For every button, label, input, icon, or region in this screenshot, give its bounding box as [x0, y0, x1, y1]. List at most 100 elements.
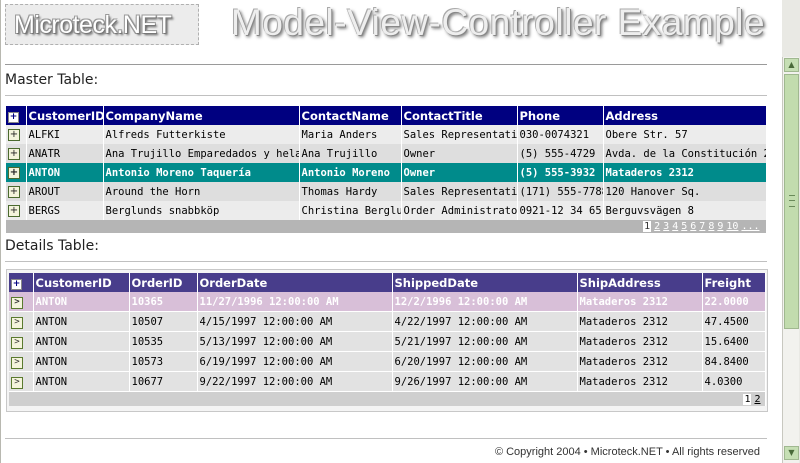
select-arrow-icon[interactable]: > — [11, 376, 23, 389]
details-header-row: + CustomerID OrderID OrderDate ShippedDa… — [9, 273, 766, 292]
page-link[interactable]: 9 — [717, 221, 723, 232]
select-cell[interactable]: > — [9, 331, 34, 352]
table-row[interactable]: + ANATR Ana Trujillo Emparedados y helados… — [6, 144, 767, 163]
expand-plus-icon[interactable]: + — [8, 186, 20, 198]
divider — [5, 261, 767, 262]
select-arrow-icon[interactable]: > — [11, 336, 23, 349]
table-cell: 9/22/1997 12:00:00 AM — [197, 371, 393, 392]
table-cell: 030-0074321 — [517, 125, 604, 144]
table-cell: Mataderos 2312 — [577, 311, 703, 332]
expand-cell[interactable]: + — [6, 201, 27, 220]
select-arrow-icon[interactable]: > — [11, 316, 23, 329]
expand-all-icon[interactable]: + — [8, 112, 19, 123]
table-cell: Obere Str. 57 — [603, 125, 767, 144]
page-link[interactable]: 2 — [654, 221, 660, 232]
page-frame: Microteck.NET Model-View-Controller Exam… — [0, 0, 782, 463]
expand-cell[interactable]: + — [6, 144, 27, 163]
column-header[interactable]: ContactTitle — [401, 106, 518, 125]
select-arrow-icon[interactable]: > — [11, 296, 23, 309]
table-cell: ANTON — [26, 163, 104, 182]
table-cell: Thomas Hardy — [299, 182, 402, 201]
page-link[interactable]: 7 — [699, 221, 705, 232]
expand-all-header[interactable]: + — [9, 273, 34, 292]
table-cell: Owner — [401, 163, 518, 182]
expand-plus-icon[interactable]: + — [8, 205, 20, 217]
page-link[interactable]: 4 — [672, 221, 678, 232]
column-header[interactable]: CompanyName — [103, 106, 300, 125]
table-row[interactable]: > ANTON 10365 11/27/1996 12:00:00 AM 12/2/19… — [9, 292, 766, 312]
details-pager-row: 12 — [9, 391, 766, 406]
page-link[interactable]: ... — [741, 221, 759, 232]
table-cell: 11/27/1996 12:00:00 AM — [197, 292, 393, 312]
select-cell[interactable]: > — [9, 371, 34, 392]
table-row[interactable]: + ANTON Antonio Moreno Taquería Antonio Mor… — [6, 163, 767, 182]
table-row[interactable]: > ANTON 10507 4/15/1997 12:00:00 AM 4/22/199… — [9, 311, 766, 332]
table-cell: Alfreds Futterkiste — [103, 125, 300, 144]
table-cell: ANTON — [33, 331, 130, 352]
table-row[interactable]: > ANTON 10573 6/19/1997 12:00:00 AM 6/20/199… — [9, 351, 766, 372]
column-header[interactable]: CustomerID — [26, 106, 104, 125]
logo-text: Microteck.NET — [14, 11, 172, 39]
page-link[interactable]: 2 — [754, 394, 760, 405]
scroll-up-arrow-icon[interactable]: ▲ — [784, 58, 799, 72]
expand-cell[interactable]: + — [6, 182, 27, 201]
page-link[interactable]: 3 — [663, 221, 669, 232]
select-cell[interactable]: > — [9, 351, 34, 372]
table-cell: Antonio Moreno Taquería — [103, 163, 300, 182]
scroll-thumb[interactable] — [784, 74, 799, 329]
expand-plus-icon[interactable]: + — [8, 129, 20, 141]
table-cell: ANTON — [33, 371, 130, 392]
column-header[interactable]: OrderID — [129, 273, 198, 292]
column-header[interactable]: OrderDate — [197, 273, 393, 292]
table-cell: Sales Representative — [401, 182, 518, 201]
details-pager: 12 — [9, 391, 766, 406]
page-title: Model-View-Controller Example — [231, 2, 766, 43]
table-row[interactable]: > ANTON 10535 5/13/1997 12:00:00 AM 5/21/199… — [9, 331, 766, 352]
table-cell: Order Administrator — [401, 201, 518, 220]
table-cell: 10573 — [129, 351, 198, 372]
page-link[interactable]: 5 — [681, 221, 687, 232]
vertical-scrollbar[interactable]: ▲ ▼ — [782, 57, 799, 463]
table-row[interactable]: > ANTON 10677 9/22/1997 12:00:00 AM 9/26/199… — [9, 371, 766, 392]
expand-cell[interactable]: + — [6, 163, 27, 182]
table-cell: ANTON — [33, 311, 130, 332]
table-cell: Avda. de la Constitución 2222 — [603, 144, 767, 163]
page-link[interactable]: 10 — [726, 221, 738, 232]
table-cell: Berglunds snabbköp — [103, 201, 300, 220]
column-header[interactable]: Freight — [702, 273, 766, 292]
column-header[interactable]: Address — [603, 106, 767, 125]
page-current: 1 — [743, 393, 752, 405]
master-table: + CustomerID CompanyName ContactName Con… — [6, 106, 767, 233]
expand-all-header[interactable]: + — [6, 106, 27, 125]
master-pager-row: 1 2 3 4 5 6 7 8 9 10... — [6, 220, 767, 233]
select-arrow-icon[interactable]: > — [11, 356, 23, 369]
expand-cell[interactable]: + — [6, 125, 27, 144]
expand-plus-icon[interactable]: + — [8, 148, 20, 160]
scroll-down-arrow-icon[interactable]: ▼ — [784, 446, 799, 460]
logo: Microteck.NET — [5, 4, 199, 45]
column-header[interactable]: ShippedDate — [392, 273, 578, 292]
page-link[interactable]: 6 — [690, 221, 696, 232]
table-cell: 6/19/1997 12:00:00 AM — [197, 351, 393, 372]
column-header[interactable]: ShipAddress — [577, 273, 703, 292]
select-cell[interactable]: > — [9, 292, 34, 312]
table-row[interactable]: + ALFKI Alfreds Futterkiste Maria Anders Sal… — [6, 125, 767, 144]
table-cell: Sales Representative — [401, 125, 518, 144]
table-cell: (5) 555-3932 — [517, 163, 604, 182]
table-cell: 4/15/1997 12:00:00 AM — [197, 311, 393, 332]
table-cell: 4.0300 — [702, 371, 766, 392]
column-header[interactable]: Phone — [517, 106, 604, 125]
table-row[interactable]: + BERGSBerglunds snabbköpChristina Berglu… — [6, 201, 767, 220]
expand-all-icon[interactable]: + — [11, 279, 22, 290]
select-cell[interactable]: > — [9, 311, 34, 332]
table-cell: Maria Anders — [299, 125, 402, 144]
expand-plus-icon[interactable]: + — [8, 167, 20, 179]
column-header[interactable]: CustomerID — [33, 273, 130, 292]
table-cell: 10507 — [129, 311, 198, 332]
column-header[interactable]: ContactName — [299, 106, 402, 125]
page-link[interactable]: 8 — [708, 221, 714, 232]
page-current: 1 — [643, 221, 652, 232]
table-cell: Christina Berglund — [299, 201, 402, 220]
table-row[interactable]: + AROUT Around the Horn Thomas Hardy Sales R… — [6, 182, 767, 201]
table-cell: Owner — [401, 144, 518, 163]
